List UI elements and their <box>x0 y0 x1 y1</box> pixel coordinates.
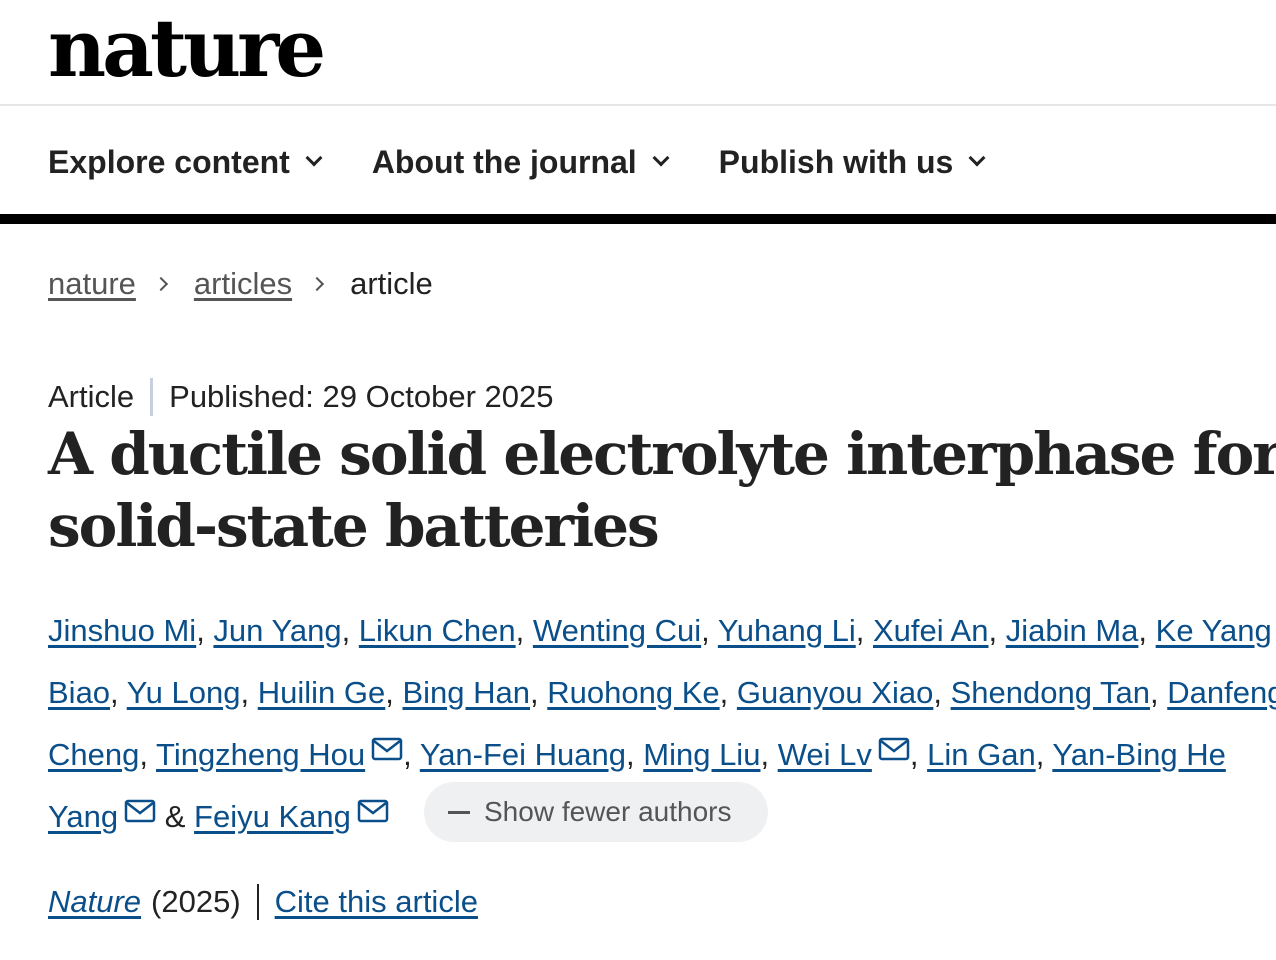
author-link[interactable]: Wei Lv <box>778 737 872 772</box>
article-type: Article <box>48 379 135 414</box>
published-date: Published: 29 October 2025 <box>169 379 554 414</box>
nav-explore-content-label: Explore content <box>48 143 290 180</box>
citation-line: Nature (2025) Cite this article <box>48 884 478 920</box>
nav-about-journal[interactable]: About the journal <box>371 143 670 181</box>
citation-year: (2025) <box>151 884 241 919</box>
chevron-right-icon <box>153 276 168 292</box>
cite-this-article-link[interactable]: Cite this article <box>275 884 478 920</box>
nav-publish-with-us[interactable]: Publish with us <box>718 143 986 181</box>
mail-icon[interactable] <box>124 799 156 823</box>
author-link[interactable]: Jiabin Ma <box>1006 613 1139 648</box>
author-link[interactable]: Wenting Cui <box>533 613 701 648</box>
article-title: A ductile solid electrolyte interphase f… <box>48 420 1276 560</box>
author-link[interactable]: Ming Liu <box>643 737 760 772</box>
author-link[interactable]: Tingzheng Hou <box>156 737 365 772</box>
nav-explore-content[interactable]: Explore content <box>48 143 323 181</box>
author-line: Biao, Yu Long, Huilin Ge, Bing Han, Ruoh… <box>48 662 1276 724</box>
nature-logo[interactable]: nature <box>48 8 326 88</box>
author-link[interactable]: Shendong Tan <box>951 675 1150 710</box>
author-line: Cheng, Tingzheng Hou, Yan-Fei Huang, Min… <box>48 737 1226 772</box>
breadcrumb-nature[interactable]: nature <box>48 266 136 302</box>
breadcrumb: nature articles article <box>48 266 433 302</box>
author-line: Jinshuo Mi, Jun Yang, Likun Chen, Wentin… <box>48 613 1272 648</box>
author-link[interactable]: Feiyu Kang <box>194 799 351 834</box>
author-link[interactable]: Likun Chen <box>359 613 516 648</box>
nav-publish-with-us-label: Publish with us <box>718 143 954 180</box>
author-link[interactable]: Yang <box>48 799 118 834</box>
author-link[interactable]: Xufei An <box>873 613 988 648</box>
meta-divider <box>150 378 154 416</box>
author-link[interactable]: Huilin Ge <box>258 675 386 710</box>
author-link[interactable]: Yan-Fei Huang <box>420 737 626 772</box>
mail-icon[interactable] <box>357 799 389 823</box>
breadcrumb-current: article <box>350 266 433 301</box>
chevron-down-icon <box>305 149 323 167</box>
author-link[interactable]: Ruohong Ke <box>547 675 719 710</box>
author-link[interactable]: Jinshuo Mi <box>48 613 196 648</box>
author-link[interactable]: Guanyou Xiao <box>737 675 933 710</box>
author-link[interactable]: Yan-Bing He <box>1052 737 1225 772</box>
nav-about-journal-label: About the journal <box>371 143 637 180</box>
header-divider <box>0 104 1276 106</box>
author-link[interactable]: Jun Yang <box>213 613 341 648</box>
minus-icon <box>448 810 470 814</box>
author-link[interactable]: Lin Gan <box>927 737 1036 772</box>
ampersand: & <box>164 799 186 834</box>
chevron-right-icon <box>310 276 325 292</box>
article-meta: Article Published: 29 October 2025 <box>48 378 553 416</box>
author-link[interactable]: Ke Yang <box>1156 613 1272 648</box>
author-link[interactable]: Danfeng <box>1167 675 1276 710</box>
author-link[interactable]: Bing Han <box>402 675 530 710</box>
mail-icon[interactable] <box>878 737 910 761</box>
author-link[interactable]: Cheng <box>48 737 139 772</box>
nav-divider <box>0 214 1276 224</box>
author-link[interactable]: Yuhang Li <box>718 613 856 648</box>
show-fewer-authors-button[interactable]: Show fewer authors <box>424 782 768 842</box>
chevron-down-icon <box>968 149 986 167</box>
mail-icon[interactable] <box>371 737 403 761</box>
journal-link[interactable]: Nature <box>48 884 141 920</box>
author-link[interactable]: Yu Long <box>127 675 241 710</box>
show-fewer-label: Show fewer authors <box>484 796 732 827</box>
main-nav: Explore content About the journal Publis… <box>48 140 1035 184</box>
author-link[interactable]: Biao <box>48 675 110 710</box>
citation-divider <box>256 884 259 920</box>
breadcrumb-articles[interactable]: articles <box>194 266 292 302</box>
chevron-down-icon <box>652 149 670 167</box>
